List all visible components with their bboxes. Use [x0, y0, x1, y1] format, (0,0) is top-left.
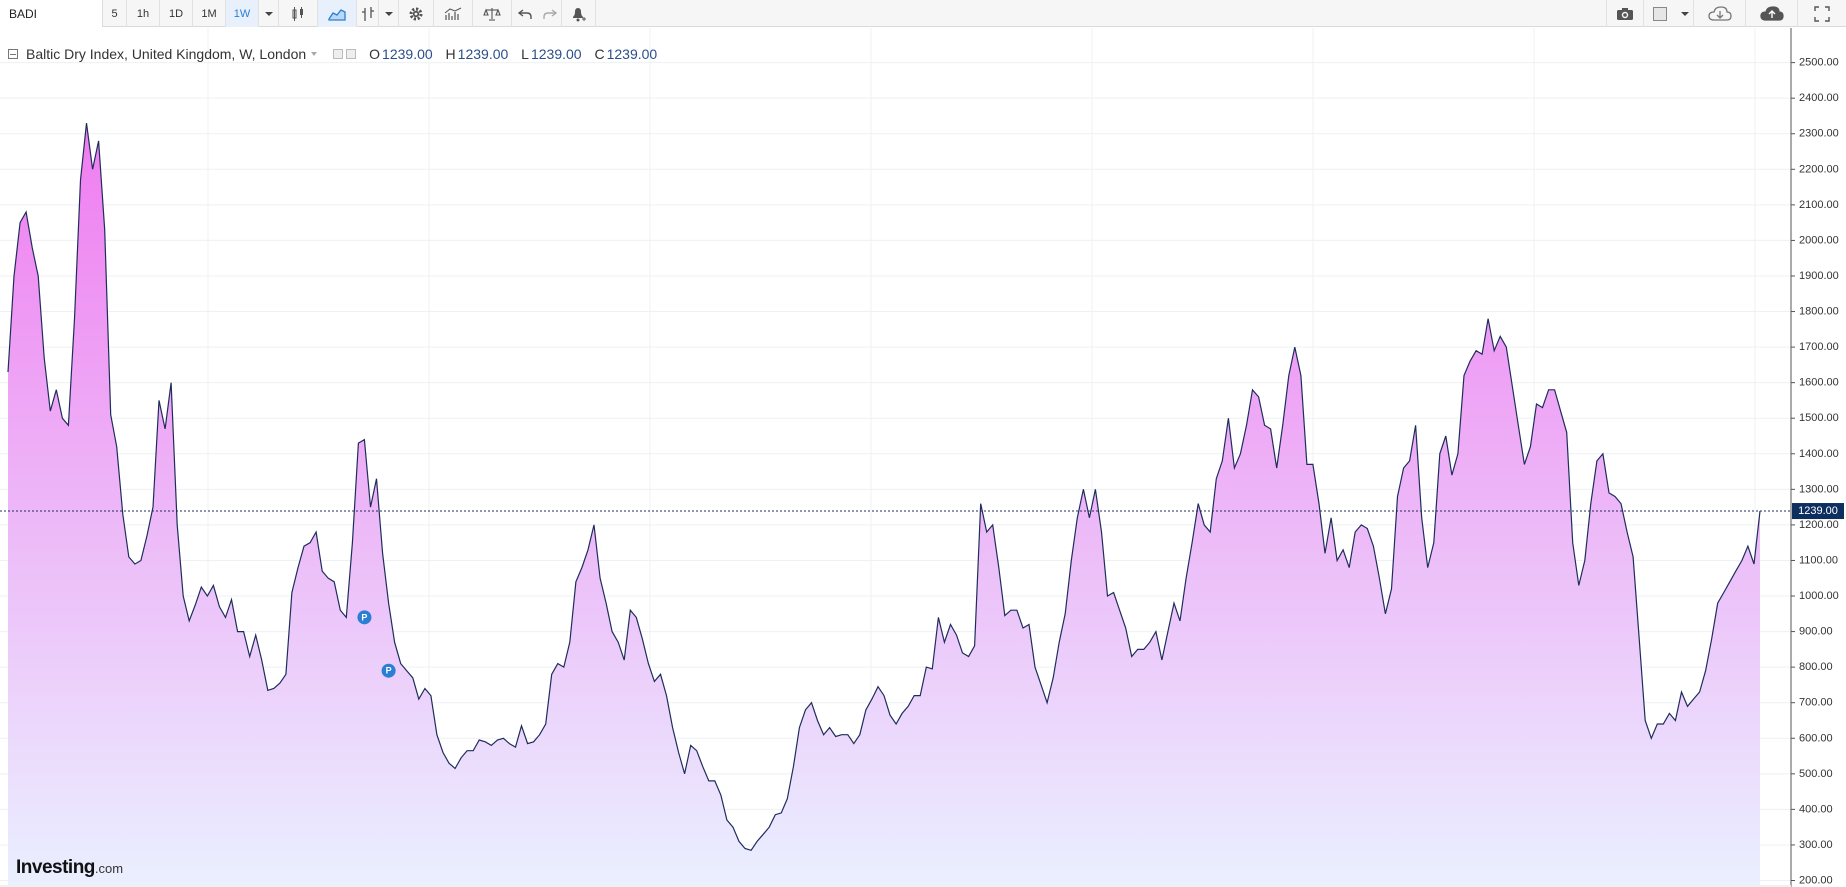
- square-icon: [1653, 6, 1667, 21]
- studies-button[interactable]: [434, 0, 473, 27]
- event-marker[interactable]: P: [381, 663, 396, 678]
- low-value: 1239.00: [530, 46, 582, 62]
- hide-mini-icon[interactable]: [346, 49, 357, 59]
- investing-logo: Investing.com: [16, 857, 123, 879]
- cloud-upload-icon: [1759, 5, 1784, 21]
- axis-tick-label: 1800.00: [1799, 306, 1839, 318]
- open-value: 1239.00: [382, 46, 433, 62]
- axis-tick-label: 2400.00: [1799, 92, 1839, 104]
- chart-toolbar: BADI 5 1h 1D 1M 1W: [0, 0, 1846, 27]
- save-cloud-button[interactable]: [1746, 0, 1798, 27]
- axis-tick-label: 700.00: [1799, 697, 1833, 709]
- axis-tick-label: 2500.00: [1799, 57, 1839, 69]
- axis-tick-label: 400.00: [1799, 803, 1833, 815]
- undo-button[interactable]: [512, 0, 538, 27]
- axis-tick-label: 2100.00: [1799, 199, 1839, 211]
- axis-tick-label: 1100.00: [1799, 554, 1838, 566]
- axis-tick-label: 500.00: [1799, 768, 1833, 780]
- axis-tick-label: 2200.00: [1799, 163, 1839, 175]
- fullscreen-icon: [1814, 5, 1830, 22]
- chart-type-dropdown[interactable]: [379, 0, 399, 27]
- collapse-icon[interactable]: [8, 49, 18, 59]
- axis-tick-label: 1000.00: [1799, 590, 1839, 602]
- area-chart-button[interactable]: [318, 0, 357, 27]
- ohlc-values: O 1239.00 H 1239.00 L 1239.00 C 1239.00: [369, 46, 666, 62]
- series-title: Baltic Dry Index, United Kingdom, W, Lon…: [26, 46, 307, 62]
- interval-1m-button[interactable]: 1M: [193, 0, 226, 27]
- axis-tick-label: 300.00: [1799, 839, 1833, 851]
- undo-icon: [518, 8, 532, 19]
- interval-dropdown[interactable]: [259, 0, 279, 27]
- settings-mini-icon[interactable]: [333, 49, 344, 59]
- cloud-download-icon: [1707, 5, 1732, 21]
- open-key: O: [369, 46, 381, 62]
- candlestick-icon: [292, 6, 303, 21]
- event-marker[interactable]: P: [357, 610, 372, 625]
- axis-tick-label: 800.00: [1799, 661, 1833, 673]
- axis-tick-label: 1200.00: [1799, 519, 1839, 531]
- interval-1d-button[interactable]: 1D: [160, 0, 193, 27]
- axis-tick-label: 1900.00: [1799, 270, 1839, 282]
- chevron-down-icon: [264, 11, 273, 16]
- symbol-label: BADI: [9, 6, 38, 21]
- redo-button[interactable]: [538, 0, 562, 27]
- compare-button[interactable]: [473, 0, 512, 27]
- bell-plus-icon: [572, 7, 586, 21]
- layout-dropdown[interactable]: [1676, 0, 1694, 27]
- event-marker-label: P: [386, 666, 392, 676]
- event-marker-label: P: [361, 612, 367, 622]
- low-key: L: [521, 46, 529, 62]
- candles-button[interactable]: [279, 0, 318, 27]
- chevron-down-icon[interactable]: [311, 52, 318, 56]
- alert-button[interactable]: [562, 0, 596, 27]
- chevron-down-icon: [1680, 11, 1689, 16]
- fullscreen-button[interactable]: [1798, 0, 1846, 27]
- symbol-input[interactable]: BADI: [0, 0, 103, 27]
- load-cloud-button[interactable]: [1694, 0, 1746, 27]
- gear-icon: [409, 7, 423, 20]
- area-chart-icon: [328, 8, 346, 21]
- indicators-icon: [444, 7, 462, 20]
- area-fill: [8, 123, 1760, 887]
- interval-1h-button[interactable]: 1h: [127, 0, 160, 27]
- axis-tick-label: 600.00: [1799, 732, 1833, 744]
- chart-legend: Baltic Dry Index, United Kingdom, W, Lon…: [8, 44, 666, 64]
- interval-1w-button[interactable]: 1W: [226, 0, 259, 27]
- scale-icon: [483, 7, 501, 21]
- chevron-down-icon: [384, 11, 393, 16]
- logo-domain: .com: [94, 861, 124, 876]
- interval-5-button[interactable]: 5: [103, 0, 127, 27]
- price-axis[interactable]: 200.00 300.00 400.00 500.00 600.00 700.00 800.…: [1790, 28, 1846, 887]
- axis-tick-label: 900.00: [1799, 626, 1833, 638]
- settings-button[interactable]: [399, 0, 434, 27]
- camera-icon: [1617, 7, 1633, 20]
- high-key: H: [445, 46, 456, 62]
- close-key: C: [594, 46, 605, 62]
- axis-tick-label: 1600.00: [1799, 377, 1839, 389]
- close-value: 1239.00: [606, 46, 658, 62]
- last-price-label: 1239.00: [1798, 505, 1838, 517]
- redo-icon: [542, 8, 557, 19]
- axis-tick-label: 1400.00: [1799, 448, 1839, 460]
- layout-button[interactable]: [1644, 0, 1676, 27]
- indicators-button[interactable]: [357, 0, 379, 27]
- axis-tick-label: 1500.00: [1799, 412, 1839, 424]
- bar-type-icon: [361, 6, 374, 21]
- axis-tick-label: 1700.00: [1799, 341, 1839, 353]
- high-value: 1239.00: [457, 46, 509, 62]
- snapshot-button[interactable]: [1606, 0, 1644, 27]
- axis-tick-label: 2000.00: [1799, 234, 1839, 246]
- axis-tick-label: 200.00: [1799, 875, 1833, 887]
- price-chart[interactable]: P P 200.00 300.00 400.00 500.00 600.00 700.00 8…: [0, 28, 1846, 887]
- axis-tick-label: 2300.00: [1799, 128, 1839, 140]
- axis-tick-label: 1300.00: [1799, 483, 1839, 495]
- logo-main: Investing: [16, 857, 95, 878]
